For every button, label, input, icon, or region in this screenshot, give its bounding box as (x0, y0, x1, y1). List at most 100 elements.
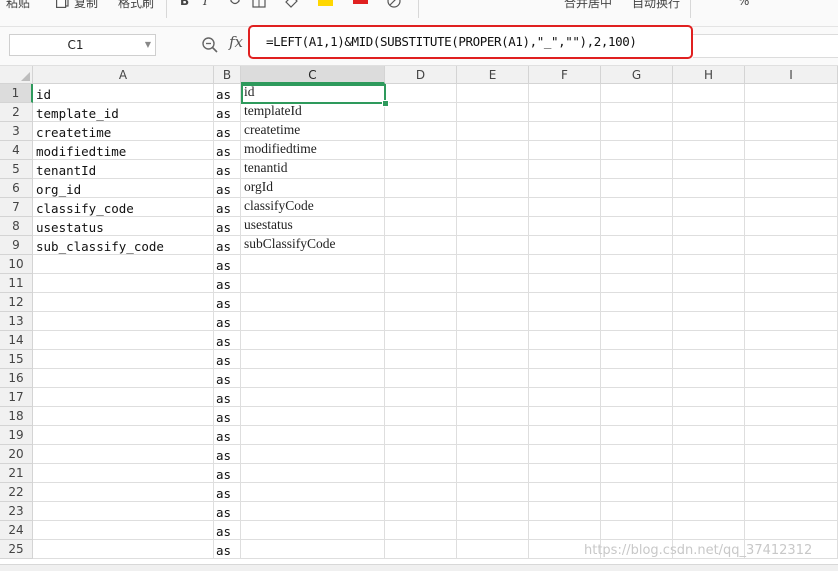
name-box[interactable]: C1 ▼ (9, 34, 156, 56)
cell-a1[interactable]: id (33, 84, 214, 103)
cell-c10[interactable] (241, 255, 385, 274)
cell-h9[interactable] (673, 236, 745, 255)
cell-i11[interactable] (745, 274, 838, 293)
cell-d24[interactable] (385, 521, 457, 540)
cell-b6[interactable]: as (214, 179, 241, 198)
row-header[interactable]: 7 (0, 198, 33, 217)
cell-f12[interactable] (529, 293, 601, 312)
cell-h8[interactable] (673, 217, 745, 236)
cell-h16[interactable] (673, 369, 745, 388)
formula-input[interactable]: =LEFT(A1,1)&MID(SUBSTITUTE(PROPER(A1),"_… (248, 25, 693, 59)
italic-button[interactable]: I (203, 0, 208, 8)
row-header[interactable]: 11 (0, 274, 33, 293)
cell-b8[interactable]: as (214, 217, 241, 236)
cell-d11[interactable] (385, 274, 457, 293)
cell-g21[interactable] (601, 464, 673, 483)
cell-f14[interactable] (529, 331, 601, 350)
cell-e3[interactable] (457, 122, 529, 141)
cell-d2[interactable] (385, 103, 457, 122)
row-header[interactable]: 2 (0, 103, 33, 122)
cell-i7[interactable] (745, 198, 838, 217)
cell-d9[interactable] (385, 236, 457, 255)
bold-button[interactable]: B (180, 0, 189, 8)
row-header[interactable]: 4 (0, 141, 33, 160)
cell-e14[interactable] (457, 331, 529, 350)
cell-d5[interactable] (385, 160, 457, 179)
cell-e8[interactable] (457, 217, 529, 236)
column-header-g[interactable]: G (601, 66, 673, 84)
cell-g9[interactable] (601, 236, 673, 255)
cell-h23[interactable] (673, 502, 745, 521)
row-header[interactable]: 14 (0, 331, 33, 350)
cell-a14[interactable] (33, 331, 214, 350)
cell-c7[interactable]: classifyCode (241, 198, 385, 217)
cell-g24[interactable] (601, 521, 673, 540)
cell-e1[interactable] (457, 84, 529, 103)
cell-e12[interactable] (457, 293, 529, 312)
cell-i20[interactable] (745, 445, 838, 464)
formula-input-extension[interactable] (693, 34, 838, 58)
cell-a12[interactable] (33, 293, 214, 312)
cell-b14[interactable]: as (214, 331, 241, 350)
cell-f5[interactable] (529, 160, 601, 179)
cell-f4[interactable] (529, 141, 601, 160)
cell-d23[interactable] (385, 502, 457, 521)
cell-d19[interactable] (385, 426, 457, 445)
cell-f6[interactable] (529, 179, 601, 198)
cell-h11[interactable] (673, 274, 745, 293)
cell-h4[interactable] (673, 141, 745, 160)
cell-g7[interactable] (601, 198, 673, 217)
cell-i14[interactable] (745, 331, 838, 350)
cell-d13[interactable] (385, 312, 457, 331)
cell-i4[interactable] (745, 141, 838, 160)
cell-a22[interactable] (33, 483, 214, 502)
cell-i17[interactable] (745, 388, 838, 407)
cell-g20[interactable] (601, 445, 673, 464)
cell-a24[interactable] (33, 521, 214, 540)
cell-b23[interactable]: as (214, 502, 241, 521)
cell-a5[interactable]: tenantId (33, 160, 214, 179)
cell-g10[interactable] (601, 255, 673, 274)
cell-d18[interactable] (385, 407, 457, 426)
cell-i15[interactable] (745, 350, 838, 369)
cell-c19[interactable] (241, 426, 385, 445)
cell-h10[interactable] (673, 255, 745, 274)
percent-button[interactable]: % (738, 0, 749, 8)
cell-f24[interactable] (529, 521, 601, 540)
cell-i21[interactable] (745, 464, 838, 483)
cell-f13[interactable] (529, 312, 601, 331)
row-header[interactable]: 8 (0, 217, 33, 236)
column-header-a[interactable]: A (33, 66, 214, 84)
cell-c23[interactable] (241, 502, 385, 521)
number-format-icon[interactable] (706, 0, 720, 8)
cell-a11[interactable] (33, 274, 214, 293)
row-header[interactable]: 15 (0, 350, 33, 369)
cell-f8[interactable] (529, 217, 601, 236)
cell-c14[interactable] (241, 331, 385, 350)
cell-h12[interactable] (673, 293, 745, 312)
cell-d3[interactable] (385, 122, 457, 141)
cell-c3[interactable]: createtime (241, 122, 385, 141)
cell-i13[interactable] (745, 312, 838, 331)
cell-g22[interactable] (601, 483, 673, 502)
cell-a2[interactable]: template_id (33, 103, 214, 122)
cell-b12[interactable]: as (214, 293, 241, 312)
cell-f11[interactable] (529, 274, 601, 293)
cell-g12[interactable] (601, 293, 673, 312)
cell-d10[interactable] (385, 255, 457, 274)
cell-c4[interactable]: modifiedtime (241, 141, 385, 160)
align-top-icon[interactable] (432, 0, 446, 8)
fx-icon[interactable]: fx (229, 33, 243, 51)
cell-b17[interactable]: as (214, 388, 241, 407)
cell-c2[interactable]: templateId (241, 103, 385, 122)
row-header[interactable]: 6 (0, 179, 33, 198)
cell-d20[interactable] (385, 445, 457, 464)
cell-d21[interactable] (385, 464, 457, 483)
cell-e20[interactable] (457, 445, 529, 464)
cell-h14[interactable] (673, 331, 745, 350)
cell-e9[interactable] (457, 236, 529, 255)
cell-a7[interactable]: classify_code (33, 198, 214, 217)
column-header-f[interactable]: F (529, 66, 601, 84)
cell-d15[interactable] (385, 350, 457, 369)
cell-i16[interactable] (745, 369, 838, 388)
